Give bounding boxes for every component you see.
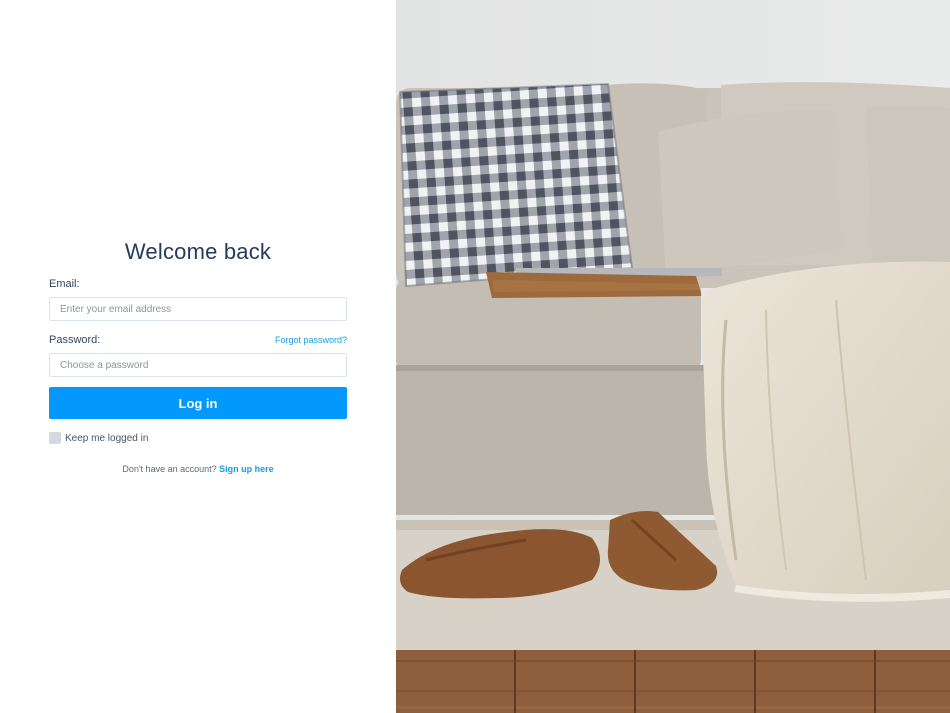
remember-me-checkbox[interactable] bbox=[49, 432, 61, 444]
login-panel: Welcome back Email: Password: Forgot pas… bbox=[0, 0, 396, 713]
password-label-row: Password: Forgot password? bbox=[49, 333, 347, 347]
email-label-row: Email: bbox=[49, 277, 347, 291]
remember-me-label: Keep me logged in bbox=[65, 432, 149, 444]
living-room-photo bbox=[396, 0, 950, 713]
login-button[interactable]: Log in bbox=[49, 387, 347, 419]
password-label: Password: bbox=[49, 334, 101, 346]
email-label: Email: bbox=[49, 278, 80, 290]
signup-link[interactable]: Sign up here bbox=[219, 464, 274, 474]
page-title: Welcome back bbox=[124, 239, 272, 264]
signup-prompt: Don't have an account? Sign up here bbox=[49, 464, 347, 474]
remember-me-row: Keep me logged in bbox=[49, 432, 347, 444]
password-field[interactable] bbox=[49, 353, 347, 377]
sofa-photo-illustration bbox=[396, 0, 950, 713]
login-form: Welcome back Email: Password: Forgot pas… bbox=[49, 238, 347, 474]
email-field[interactable] bbox=[49, 297, 347, 321]
forgot-password-link[interactable]: Forgot password? bbox=[275, 335, 347, 345]
signup-prompt-text: Don't have an account? bbox=[122, 464, 217, 474]
